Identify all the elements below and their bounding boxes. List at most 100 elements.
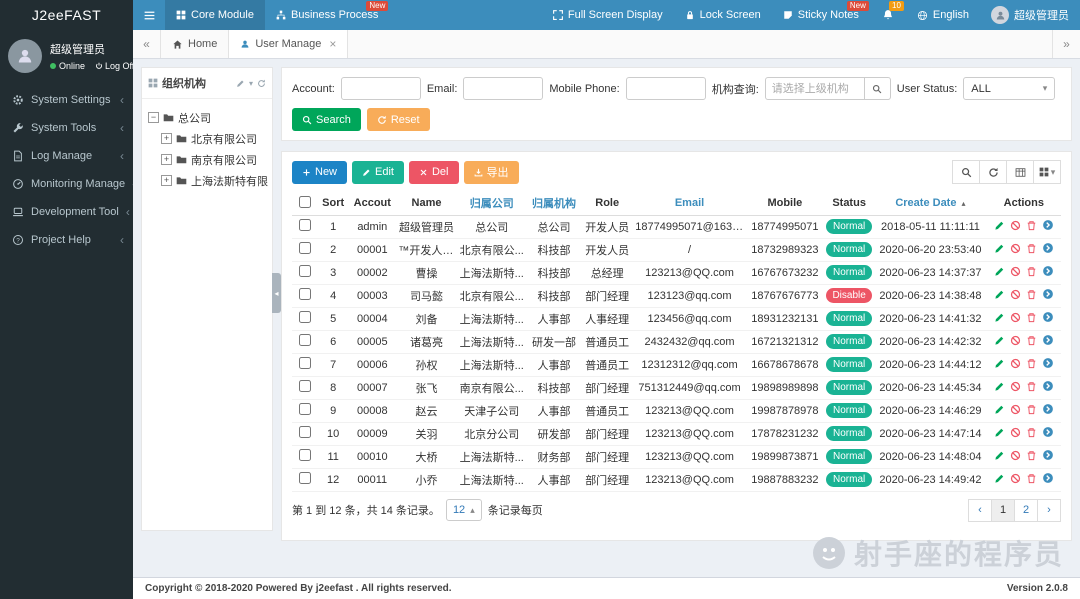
disable-row-button[interactable] bbox=[1010, 450, 1021, 461]
nav-sticky-notes[interactable]: Sticky Notes New bbox=[772, 0, 870, 30]
delete-row-button[interactable] bbox=[1026, 335, 1037, 346]
account-input[interactable] bbox=[341, 77, 421, 100]
disable-row-button[interactable] bbox=[1010, 473, 1021, 484]
org-search-input[interactable] bbox=[765, 77, 865, 100]
select-all-checkbox[interactable] bbox=[299, 196, 311, 208]
nav-notifications[interactable]: 10 bbox=[870, 0, 906, 30]
table-columns-button[interactable] bbox=[1006, 160, 1034, 184]
sidebar-item-project-help[interactable]: ?Project Help‹ bbox=[0, 226, 133, 254]
detail-row-button[interactable] bbox=[1042, 403, 1054, 415]
row-checkbox[interactable] bbox=[299, 219, 311, 231]
panel-collapse-handle[interactable]: ◂ bbox=[272, 273, 281, 313]
nav-full-screen[interactable]: Full Screen Display bbox=[542, 0, 674, 30]
row-checkbox[interactable] bbox=[299, 426, 311, 438]
close-tab-icon[interactable]: × bbox=[329, 37, 336, 51]
table-row[interactable]: 1200011小乔上海法斯特...人事部部门经理123213@QQ.com198… bbox=[292, 468, 1061, 491]
disable-row-button[interactable] bbox=[1010, 381, 1021, 392]
user-status-select[interactable]: ALL ▾ bbox=[963, 77, 1055, 100]
edit-icon[interactable] bbox=[236, 79, 245, 88]
delete-row-button[interactable] bbox=[1026, 381, 1037, 392]
refresh-icon[interactable] bbox=[257, 79, 266, 88]
table-view-button[interactable]: ▾ bbox=[1033, 160, 1061, 184]
tab-home[interactable]: Home bbox=[161, 30, 229, 58]
table-row[interactable]: 300002曹操上海法斯特...科技部总经理123213@QQ.com16767… bbox=[292, 261, 1061, 284]
chevron-down-icon[interactable]: ▾ bbox=[249, 79, 253, 88]
table-row[interactable]: 1000009关羽北京分公司研发部部门经理123213@QQ.com178782… bbox=[292, 422, 1061, 445]
tab-user-manage[interactable]: User Manage × bbox=[229, 30, 348, 58]
table-search-toggle-button[interactable] bbox=[952, 160, 980, 184]
disable-row-button[interactable] bbox=[1010, 427, 1021, 438]
disable-row-button[interactable] bbox=[1010, 312, 1021, 323]
disable-row-button[interactable] bbox=[1010, 266, 1021, 277]
row-checkbox[interactable] bbox=[299, 403, 311, 415]
sidebar-item-development-tool[interactable]: Development Tool‹ bbox=[0, 198, 133, 226]
detail-row-button[interactable] bbox=[1042, 288, 1054, 300]
row-checkbox[interactable] bbox=[299, 472, 311, 484]
table-row[interactable]: 1admin超级管理员总公司总公司开发人员18774995071@163.com… bbox=[292, 215, 1061, 238]
delete-row-button[interactable] bbox=[1026, 473, 1037, 484]
detail-row-button[interactable] bbox=[1042, 219, 1054, 231]
table-row[interactable]: 800007张飞南京有限公...科技部部门经理751312449@qq.com1… bbox=[292, 376, 1061, 399]
sidebar-item-system-settings[interactable]: System Settings‹ bbox=[0, 86, 133, 114]
column-header[interactable]: Email bbox=[633, 192, 745, 215]
detail-row-button[interactable] bbox=[1042, 242, 1054, 254]
row-checkbox[interactable] bbox=[299, 380, 311, 392]
page-number-button[interactable]: 2 bbox=[1014, 499, 1038, 522]
logoff-button[interactable]: Log Off bbox=[95, 61, 134, 71]
expand-toggle-icon[interactable]: + bbox=[161, 175, 172, 186]
edit-button[interactable]: Edit bbox=[352, 161, 404, 184]
nav-language[interactable]: English bbox=[906, 0, 980, 30]
detail-row-button[interactable] bbox=[1042, 380, 1054, 392]
sidebar-item-log-manage[interactable]: Log Manage‹ bbox=[0, 142, 133, 170]
search-button[interactable]: Search bbox=[292, 108, 361, 131]
edit-row-button[interactable] bbox=[994, 450, 1005, 461]
detail-row-button[interactable] bbox=[1042, 472, 1054, 484]
del-button[interactable]: Del bbox=[409, 161, 459, 184]
edit-row-button[interactable] bbox=[994, 220, 1005, 231]
edit-row-button[interactable] bbox=[994, 312, 1005, 323]
tabs-scroll-left-button[interactable]: « bbox=[133, 30, 161, 58]
edit-row-button[interactable] bbox=[994, 404, 1005, 415]
sidebar-toggle-button[interactable] bbox=[133, 0, 165, 30]
row-checkbox[interactable] bbox=[299, 311, 311, 323]
row-checkbox[interactable] bbox=[299, 334, 311, 346]
sidebar-item-system-tools[interactable]: System Tools‹ bbox=[0, 114, 133, 142]
table-row[interactable]: 900008赵云天津子公司人事部普通员工123213@QQ.com1998787… bbox=[292, 399, 1061, 422]
detail-row-button[interactable] bbox=[1042, 334, 1054, 346]
table-row[interactable]: 700006孙权上海法斯特...人事部普通员工12312312@qq.com16… bbox=[292, 353, 1061, 376]
edit-row-button[interactable] bbox=[994, 289, 1005, 300]
delete-row-button[interactable] bbox=[1026, 427, 1037, 438]
reset-button[interactable]: Reset bbox=[367, 108, 430, 131]
nav-core-module[interactable]: Core Module bbox=[165, 0, 265, 30]
table-row[interactable]: 1100010大桥上海法斯特...财务部部门经理123213@QQ.com198… bbox=[292, 445, 1061, 468]
delete-row-button[interactable] bbox=[1026, 266, 1037, 277]
column-header[interactable]: Create Date ▴ bbox=[874, 192, 986, 215]
edit-row-button[interactable] bbox=[994, 266, 1005, 277]
column-header[interactable]: 归属机构 bbox=[527, 192, 581, 215]
detail-row-button[interactable] bbox=[1042, 311, 1054, 323]
tabs-scroll-right-button[interactable]: » bbox=[1052, 30, 1080, 58]
detail-row-button[interactable] bbox=[1042, 265, 1054, 277]
page-next-button[interactable]: › bbox=[1037, 499, 1061, 522]
new-button[interactable]: New bbox=[292, 161, 347, 184]
delete-row-button[interactable] bbox=[1026, 289, 1037, 300]
page-prev-button[interactable]: ‹ bbox=[968, 499, 992, 522]
edit-row-button[interactable] bbox=[994, 335, 1005, 346]
tree-node[interactable]: +南京有限公司 bbox=[146, 149, 268, 170]
disable-row-button[interactable] bbox=[1010, 404, 1021, 415]
page-number-button[interactable]: 1 bbox=[991, 499, 1015, 522]
edit-row-button[interactable] bbox=[994, 381, 1005, 392]
row-checkbox[interactable] bbox=[299, 449, 311, 461]
delete-row-button[interactable] bbox=[1026, 312, 1037, 323]
tree-node[interactable]: +北京有限公司 bbox=[146, 128, 268, 149]
row-checkbox[interactable] bbox=[299, 265, 311, 277]
tree-node[interactable]: −总公司 bbox=[146, 107, 268, 128]
edit-row-button[interactable] bbox=[994, 243, 1005, 254]
org-search-button[interactable] bbox=[865, 77, 891, 100]
disable-row-button[interactable] bbox=[1010, 335, 1021, 346]
table-row[interactable]: 200001™开发人员4北京有限公...科技部开发人员/18732989323N… bbox=[292, 238, 1061, 261]
mobile-input[interactable] bbox=[626, 77, 706, 100]
row-checkbox[interactable] bbox=[299, 357, 311, 369]
collapse-toggle-icon[interactable]: − bbox=[148, 112, 159, 123]
table-row[interactable]: 400003司马懿北京有限公...科技部部门经理123123@qq.com187… bbox=[292, 284, 1061, 307]
